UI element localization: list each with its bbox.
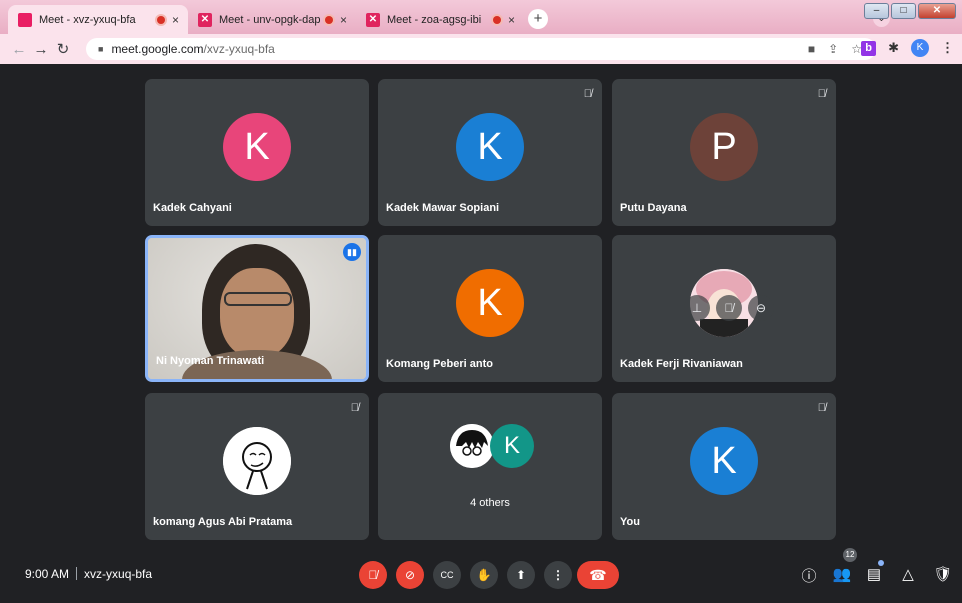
meet-favicon: ✕ bbox=[198, 12, 212, 27]
address-bar[interactable]: ■ meet.google.com/xvz-yxuq-bfa ■ ⇪ ☆ bbox=[86, 38, 876, 60]
participant-name: Komang Peberi anto bbox=[386, 358, 493, 370]
tab-title: Meet - unv-opgk-dap bbox=[219, 13, 321, 26]
tile-hover-controls: ⊥ 🎙̸ ⊖ bbox=[684, 293, 774, 323]
mic-off-icon: 🎙̸ bbox=[350, 402, 359, 414]
divider bbox=[76, 567, 78, 580]
meeting-code: xvz-yxuq-bfa bbox=[84, 567, 153, 581]
recording-icon bbox=[156, 15, 165, 24]
pin-icon[interactable]: ⊥ bbox=[684, 295, 710, 321]
profile-photo bbox=[223, 427, 291, 495]
people-count-badge: 12 bbox=[843, 548, 857, 562]
meet-favicon bbox=[18, 12, 32, 27]
participant-tile[interactable]: K Kadek Cahyani bbox=[145, 79, 369, 226]
mic-off-icon: 🎙̸ bbox=[817, 402, 826, 414]
chat-notification-dot bbox=[878, 560, 884, 566]
participant-name: komang Agus Abi Pratama bbox=[153, 516, 293, 528]
recording-icon bbox=[492, 15, 501, 24]
mic-off-icon: 🎙̸ bbox=[583, 88, 592, 100]
avatar: K bbox=[223, 113, 291, 181]
participant-name: Kadek Cahyani bbox=[153, 202, 232, 214]
extensions-puzzle-icon[interactable]: ✱ bbox=[888, 40, 899, 56]
forward-icon[interactable]: → bbox=[30, 41, 52, 58]
participant-name: Kadek Ferji Rivaniawan bbox=[620, 358, 743, 370]
tab-title: Meet - xvz-yxuq-bfa bbox=[39, 13, 136, 26]
close-tab-icon[interactable]: × bbox=[340, 13, 347, 27]
avatar: K bbox=[456, 113, 524, 181]
profile-avatar[interactable]: K bbox=[911, 39, 929, 57]
participant-name: Ni Nyoman Trinawati bbox=[156, 355, 265, 367]
profile-photo bbox=[450, 424, 494, 468]
people-icon[interactable]: 👥 bbox=[832, 565, 852, 583]
self-tile[interactable]: 🎙̸ K You bbox=[612, 393, 836, 540]
close-tab-icon[interactable]: × bbox=[172, 13, 179, 27]
mic-off-icon[interactable]: 🎙̸ bbox=[716, 295, 742, 321]
share-icon[interactable]: ⇪ bbox=[828, 42, 838, 56]
video-person-glasses bbox=[224, 292, 292, 306]
mic-off-icon: 🎙̸ bbox=[817, 88, 826, 100]
meet-favicon: ✕ bbox=[366, 12, 380, 27]
tab-strip: Meet - xvz-yxuq-bfa × ✕ Meet - unv-opgk-… bbox=[0, 0, 962, 34]
participant-name: Putu Dayana bbox=[620, 202, 687, 214]
url-path: /xvz-yxuq-bfa bbox=[203, 42, 275, 56]
extension-b-icon[interactable]: b bbox=[861, 40, 877, 56]
participant-tile-speaking[interactable]: ▮▮ Ni Nyoman Trinawati bbox=[145, 235, 369, 382]
others-tile[interactable]: K 4 others bbox=[378, 393, 602, 540]
meeting-details: 9:00 AM xvz-yxuq-bfa bbox=[25, 567, 152, 581]
others-count-label: 4 others bbox=[470, 497, 510, 509]
more-options-button[interactable]: ⋮ bbox=[544, 561, 572, 589]
maximize-button[interactable]: □ bbox=[891, 3, 916, 19]
avatar: K bbox=[690, 427, 758, 495]
tab-title: Meet - zoa-agsg-ibi bbox=[387, 13, 482, 26]
browser-menu-icon[interactable]: ⋮ bbox=[941, 40, 954, 56]
reload-icon[interactable]: ↻ bbox=[52, 40, 74, 58]
meeting-info-icon[interactable]: ⓘ bbox=[799, 565, 819, 586]
browser-tab-3[interactable]: ✕ Meet - zoa-agsg-ibi × bbox=[356, 5, 524, 34]
lock-icon: ■ bbox=[98, 44, 104, 54]
close-window-button[interactable]: ✕ bbox=[918, 3, 956, 19]
participant-name: You bbox=[620, 516, 640, 528]
camera-in-use-icon[interactable]: ■ bbox=[808, 42, 815, 56]
participant-name: Kadek Mawar Sopiani bbox=[386, 202, 500, 214]
participant-tile[interactable]: 🎙̸ komang Agus Abi Pratama bbox=[145, 393, 369, 540]
host-controls-icon[interactable]: 🛡 bbox=[933, 565, 953, 583]
video-person-face bbox=[220, 268, 294, 358]
new-tab-button[interactable]: + bbox=[528, 9, 548, 29]
url-host: meet.google.com bbox=[111, 42, 204, 56]
close-tab-icon[interactable]: × bbox=[508, 13, 515, 27]
participant-tile[interactable]: 🎙̸ K Kadek Mawar Sopiani bbox=[378, 79, 602, 226]
activities-icon[interactable]: △ bbox=[898, 565, 918, 583]
speaking-indicator-icon: ▮▮ bbox=[343, 243, 361, 261]
participant-tile[interactable]: 🎙̸ P Putu Dayana bbox=[612, 79, 836, 226]
browser-toolbar: ← → ↻ ■ meet.google.com/xvz-yxuq-bfa ■ ⇪… bbox=[0, 34, 962, 64]
back-icon[interactable]: ← bbox=[8, 41, 30, 58]
avatar: K bbox=[490, 424, 534, 468]
leave-call-button[interactable]: ☎ bbox=[577, 561, 619, 589]
avatar: P bbox=[690, 113, 758, 181]
browser-tab-2[interactable]: ✕ Meet - unv-opgk-dap × bbox=[188, 5, 356, 34]
captions-button[interactable]: CC bbox=[433, 561, 461, 589]
browser-tab-1[interactable]: Meet - xvz-yxuq-bfa × bbox=[8, 5, 188, 34]
chat-icon[interactable]: ▤ bbox=[864, 565, 884, 583]
raise-hand-button[interactable]: ✋ bbox=[470, 561, 498, 589]
remove-icon[interactable]: ⊖ bbox=[748, 295, 774, 321]
minimize-button[interactable]: – bbox=[864, 3, 889, 19]
meeting-time: 9:00 AM bbox=[25, 567, 70, 581]
avatar: K bbox=[456, 269, 524, 337]
window-controls: – □ ✕ bbox=[864, 3, 956, 19]
participant-tile[interactable]: ⊥ 🎙̸ ⊖ Kadek Ferji Rivaniawan bbox=[612, 235, 836, 382]
present-screen-button[interactable]: ⬆ bbox=[507, 561, 535, 589]
camera-toggle-button[interactable]: ⊘ bbox=[396, 561, 424, 589]
participant-tile[interactable]: K Komang Peberi anto bbox=[378, 235, 602, 382]
meeting-controls-bar: 9:00 AM xvz-yxuq-bfa 🎙̸ ⊘ CC ✋ ⬆ ⋮ ☎ ⓘ 12… bbox=[0, 548, 962, 603]
mic-toggle-button[interactable]: 🎙̸ bbox=[359, 561, 387, 589]
recording-icon bbox=[324, 15, 333, 24]
